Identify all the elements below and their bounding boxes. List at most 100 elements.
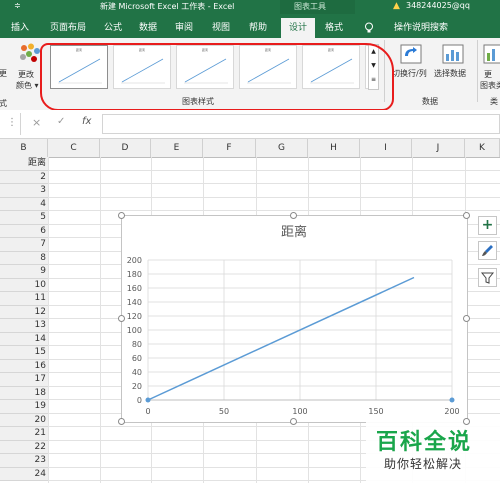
change-colors-label-2: 颜色 ▾ xyxy=(16,81,39,90)
quick-access-toolbar[interactable]: ≑ xyxy=(14,1,21,10)
column-headers: B C D E F G H I J K xyxy=(0,139,500,158)
y-tick-label: 60 xyxy=(132,354,142,363)
type-group-label-fragment: 类 xyxy=(490,97,498,106)
column-header-k[interactable]: K xyxy=(465,139,500,157)
tab-data[interactable]: 数据 xyxy=(134,18,162,38)
tab-format[interactable]: 格式 xyxy=(320,18,348,38)
row-header[interactable]: 8 xyxy=(0,251,48,265)
x-tick-label: 200 xyxy=(444,407,459,416)
row-header[interactable]: 4 xyxy=(0,197,48,211)
column-header-j[interactable]: J xyxy=(412,139,465,157)
resize-handle[interactable] xyxy=(117,211,125,219)
column-header-c[interactable]: C xyxy=(48,139,100,157)
chart-styles-button[interactable] xyxy=(478,241,497,260)
resize-handle[interactable] xyxy=(117,417,125,425)
tab-help[interactable]: 帮助 xyxy=(244,18,272,38)
tab-page-layout[interactable]: 页面布局 xyxy=(44,18,92,38)
row-header[interactable]: 10 xyxy=(0,278,48,292)
resize-handle[interactable] xyxy=(289,211,297,219)
chart-title[interactable]: 距离 xyxy=(281,224,307,240)
row-header[interactable]: 21 xyxy=(0,427,48,441)
lightbulb-icon[interactable] xyxy=(362,18,376,38)
y-tick-label: 180 xyxy=(127,270,142,279)
select-data-button[interactable]: 选择数据 xyxy=(434,42,474,86)
data-group-label: 数据 xyxy=(422,97,438,106)
resize-handle[interactable] xyxy=(462,314,470,322)
cancel-icon[interactable]: × xyxy=(32,116,41,129)
y-tick-label: 160 xyxy=(127,284,142,293)
row-header[interactable]: 13 xyxy=(0,319,48,333)
chart-plot[interactable]: 0 20 40 60 80 100 120 140 160 180 200 0 50 100 150 200… xyxy=(122,216,467,422)
tab-review[interactable]: 审阅 xyxy=(170,18,198,38)
insert-function-icon[interactable]: fx xyxy=(82,116,91,127)
tab-insert[interactable]: 插入 xyxy=(3,18,37,38)
row-header[interactable]: 15 xyxy=(0,346,48,360)
tell-me-search[interactable]: 操作说明搜索 xyxy=(380,18,462,38)
row-header[interactable]: 2 xyxy=(0,170,48,184)
axis-selection-handle[interactable] xyxy=(449,397,455,403)
document-title: 新建 Microsoft Excel 工作表 - Excel xyxy=(100,2,235,11)
enter-icon[interactable]: ✓ xyxy=(57,116,65,127)
watermark-subtitle: 助你轻松解决 xyxy=(384,457,463,471)
y-tick-label: 40 xyxy=(132,368,142,377)
row-header[interactable]: 12 xyxy=(0,305,48,319)
group-divider xyxy=(477,40,478,102)
change-chart-type-button[interactable]: 更 图表类 xyxy=(480,42,500,94)
name-box-grip[interactable]: ⋮ xyxy=(7,117,17,128)
row-header[interactable]: 3 xyxy=(0,184,48,198)
row-header[interactable]: 17 xyxy=(0,373,48,387)
chart-filters-button[interactable] xyxy=(478,268,497,287)
row-header[interactable]: 22 xyxy=(0,440,48,454)
column-header-d[interactable]: D xyxy=(100,139,151,157)
cell-b1[interactable]: 距离 xyxy=(0,157,48,171)
series-line[interactable] xyxy=(147,276,415,401)
row-gridline xyxy=(48,210,500,211)
resize-handle[interactable] xyxy=(462,211,470,219)
tab-design[interactable]: 设计 xyxy=(281,18,315,38)
row-header[interactable]: 20 xyxy=(0,413,48,427)
row-header[interactable]: 19 xyxy=(0,400,48,414)
account-name[interactable]: 348244025@qq xyxy=(406,1,470,10)
tab-formulas[interactable]: 公式 xyxy=(99,18,127,38)
row-header[interactable]: 16 xyxy=(0,359,48,373)
row-gridline xyxy=(48,169,500,171)
chart-area[interactable]: 0 20 40 60 80 100 120 140 160 180 200 0 50 100 150 200… xyxy=(121,215,468,423)
y-tick-label: 100 xyxy=(127,326,142,335)
column-header-i[interactable]: I xyxy=(360,139,412,157)
column-header-h[interactable]: H xyxy=(308,139,360,157)
switch-row-column-button[interactable]: 切换行/列 xyxy=(390,42,434,86)
warning-icon[interactable]: ▲ xyxy=(393,1,400,11)
brush-icon xyxy=(482,245,493,256)
row-header[interactable]: 18 xyxy=(0,386,48,400)
row-gridline xyxy=(48,183,500,184)
resize-handle[interactable] xyxy=(462,417,470,425)
row-header[interactable]: 24 xyxy=(0,467,48,481)
filter-icon xyxy=(480,272,495,284)
row-header[interactable]: 11 xyxy=(0,292,48,306)
y-tick-label: 80 xyxy=(132,340,142,349)
annotation-highlight xyxy=(40,43,394,111)
formula-bar: ⋮ × ✓ fx xyxy=(0,110,500,139)
column-header-g[interactable]: G xyxy=(256,139,308,157)
y-tick-label: 20 xyxy=(132,382,142,391)
row-header[interactable]: 6 xyxy=(0,224,48,238)
column-header-b[interactable]: B xyxy=(0,139,48,157)
row-header[interactable]: 23 xyxy=(0,454,48,468)
row-header[interactable]: 14 xyxy=(0,332,48,346)
formula-input[interactable] xyxy=(102,114,500,134)
title-bar: ≑ 新建 Microsoft Excel 工作表 - Excel 图表工具 ▲ … xyxy=(0,0,500,14)
row-header[interactable]: 9 xyxy=(0,265,48,279)
select-data-label: 选择数据 xyxy=(434,69,466,78)
resize-handle[interactable] xyxy=(117,314,125,322)
column-header-e[interactable]: E xyxy=(151,139,203,157)
watermark: 百科全说 助你轻松解决 xyxy=(366,420,500,483)
axis-selection-handle[interactable] xyxy=(145,397,151,403)
row-header[interactable]: 5 xyxy=(0,211,48,225)
chart-elements-button[interactable]: + xyxy=(478,216,497,235)
tab-view[interactable]: 视图 xyxy=(207,18,235,38)
column-header-f[interactable]: F xyxy=(203,139,256,157)
y-tick-label: 140 xyxy=(127,298,142,307)
x-tick-label: 150 xyxy=(368,407,383,416)
resize-handle[interactable] xyxy=(289,417,297,425)
row-header[interactable]: 7 xyxy=(0,238,48,252)
